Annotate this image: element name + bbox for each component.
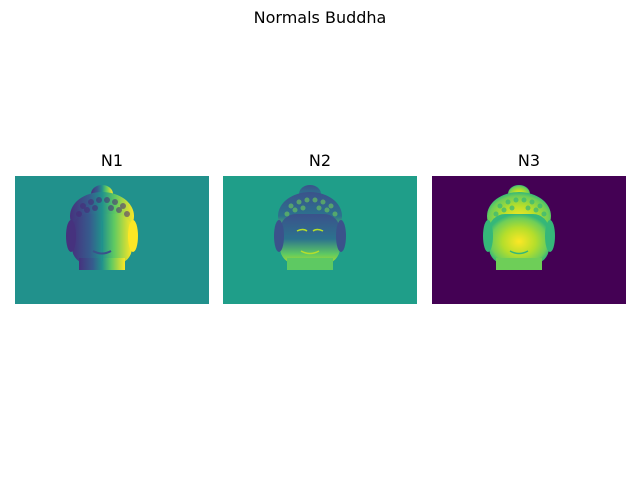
normal-map-n2 [223,176,417,304]
image-panel-n3 [432,176,626,304]
panel-title-n3: N3 [517,151,541,170]
normal-map-n3 [432,176,626,304]
panel-title-n2: N2 [308,151,332,170]
image-panel-n1 [15,176,209,304]
image-panel-n2 [223,176,417,304]
normal-map-n1 [15,176,209,304]
figure-title: Normals Buddha [253,8,387,27]
panel-title-n1: N1 [100,151,124,170]
